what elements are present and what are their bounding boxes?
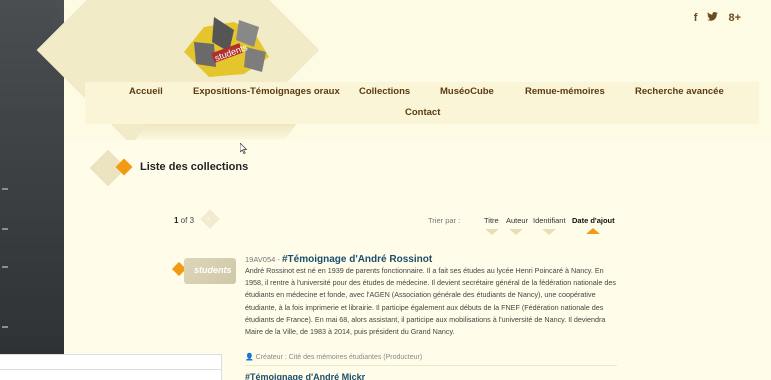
sort-identifiant-icon[interactable] <box>542 229 556 235</box>
sort-option-identifiant[interactable]: Identifiant <box>533 216 566 225</box>
chevron-right-icon: › <box>207 214 210 223</box>
sort-auteur-icon[interactable] <box>509 229 523 235</box>
item-creator: 👤 Créateur : Cité des mémoires étudiante… <box>245 354 423 361</box>
nav-item-contact[interactable]: Contact <box>405 107 440 118</box>
item-thumbnail[interactable]: students <box>184 258 236 284</box>
nav-item-museocube[interactable]: MuséoCube <box>440 86 494 97</box>
sort-date-ajout-icon[interactable] <box>586 228 600 234</box>
nav-item-expositions[interactable]: Expositions-Témoignages oraux <box>193 86 340 97</box>
pagination: 1 of 3 <box>174 216 194 225</box>
nav-item-accueil[interactable]: Accueil <box>129 86 163 97</box>
sort-option-auteur[interactable]: Auteur <box>506 216 528 225</box>
user-icon: 👤 <box>245 354 254 361</box>
main-nav: Accueil Expositions-Témoignages oraux Co… <box>85 82 759 124</box>
item-description: André Rossinot est né en 1939 de parents… <box>245 266 616 337</box>
twitter-icon[interactable] <box>707 12 719 24</box>
site-logo[interactable]: students <box>174 12 279 82</box>
sort-titre-icon[interactable] <box>485 229 499 235</box>
popup-divider <box>0 369 222 370</box>
nav-item-recherche-avancee[interactable]: Recherche avancée <box>635 86 724 97</box>
page-count: of 3 <box>178 216 195 225</box>
item-title-link[interactable]: #Témoignage d'André Rossinot <box>282 254 432 265</box>
social-links: f 8+ <box>694 12 741 24</box>
page-title: Liste des collections <box>140 161 249 173</box>
sort-option-titre[interactable]: Titre <box>484 216 499 225</box>
background-edge <box>0 0 20 380</box>
item-id: 19AV054 - <box>245 255 282 264</box>
facebook-icon[interactable]: f <box>694 12 698 24</box>
google-plus-icon[interactable]: 8+ <box>728 12 741 24</box>
nav-item-collections[interactable]: Collections <box>359 86 410 97</box>
nav-item-remue-memoires[interactable]: Remue-mémoires <box>525 86 605 97</box>
sort-option-date-ajout[interactable]: Date d'ajout <box>572 216 615 225</box>
item-divider <box>245 365 617 366</box>
popup-overlay[interactable] <box>0 354 222 380</box>
item-title-link[interactable]: #Témoignage d'André Mickr <box>245 372 365 380</box>
mouse-cursor-icon <box>239 142 248 156</box>
sort-label: Trier par : <box>428 216 461 225</box>
